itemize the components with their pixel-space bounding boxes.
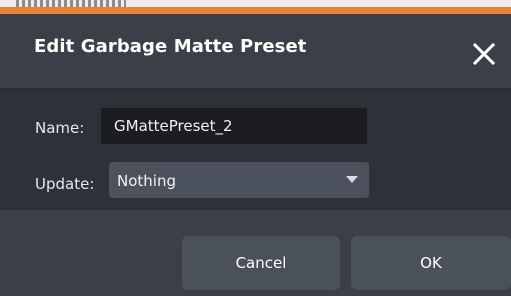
background-window-strip [0, 0, 511, 14]
update-dropdown[interactable]: Nothing [109, 162, 369, 198]
dialog-body: Name: Update: Nothing [0, 90, 511, 210]
cancel-button[interactable]: Cancel [182, 236, 340, 290]
name-label: Name: [35, 119, 85, 137]
dialog-footer: Cancel OK [0, 210, 511, 296]
ok-button[interactable]: OK [351, 236, 511, 290]
background-window-text [16, 0, 126, 7]
edit-garbage-matte-preset-dialog: Edit Garbage Matte Preset Name: Update: … [0, 14, 511, 296]
dialog-title: Edit Garbage Matte Preset [34, 36, 307, 57]
update-dropdown-value: Nothing [117, 172, 176, 190]
close-button[interactable] [466, 36, 502, 72]
chevron-down-icon [346, 176, 358, 183]
update-label: Update: [35, 175, 95, 193]
close-icon [472, 42, 496, 66]
dialog-header: Edit Garbage Matte Preset [0, 14, 511, 88]
name-input[interactable] [101, 108, 367, 144]
